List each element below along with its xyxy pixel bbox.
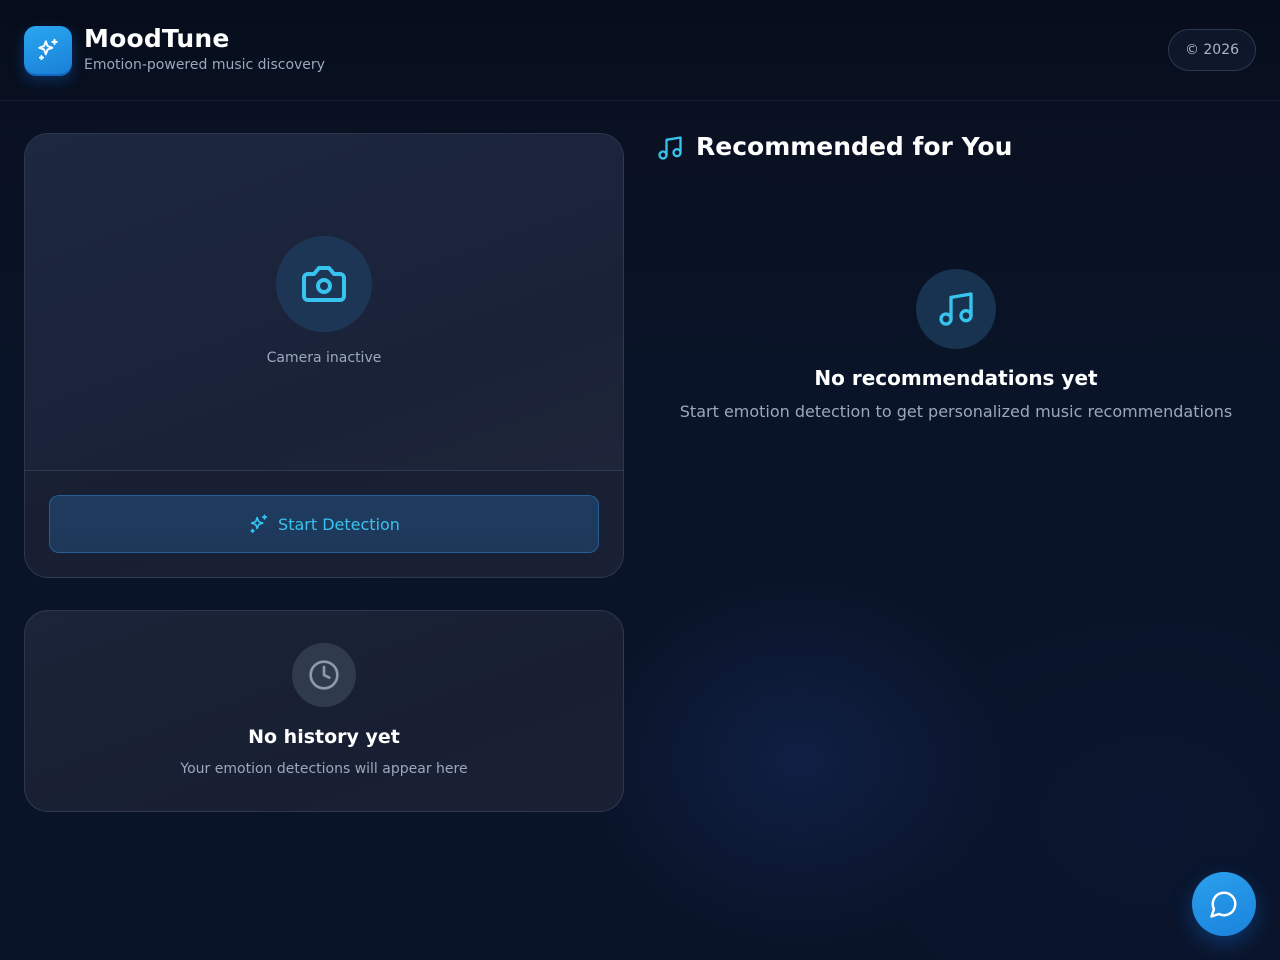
camera-card: Camera inactive Start Detection [24,133,624,578]
music-icon-container [916,269,996,349]
camera-status: Camera inactive [266,350,382,366]
history-empty-title: No history yet [248,726,400,748]
music-note-icon [658,136,682,160]
camera-icon-container [276,236,372,332]
copyright-badge: © 2026 [1168,29,1256,71]
app-tagline: Emotion-powered music discovery [84,57,325,73]
camera-icon [302,266,346,302]
music-note-icon [939,292,973,326]
clock-icon-container [292,643,356,707]
sparkles-icon [250,514,268,534]
recommendations-empty-subtitle: Start emotion detection to get personali… [679,402,1233,421]
top-bar: MoodTune Emotion-powered music discovery… [0,0,1280,101]
chat-bubble-icon [1210,891,1237,918]
history-card: No history yet Your emotion detections w… [24,610,624,812]
start-detection-label: Start Detection [278,514,400,534]
recommendations-heading: Recommended for You [696,132,1013,161]
app-logo [24,26,72,74]
sparkles-icon [38,38,58,61]
recommendations-empty-title: No recommendations yet [814,366,1098,390]
camera-preview: Camera inactive [25,134,623,471]
chat-button[interactable] [1192,872,1256,936]
app-title: MoodTune [84,24,230,53]
start-detection-button[interactable]: Start Detection [49,495,599,553]
history-empty-subtitle: Your emotion detections will appear here [180,761,468,777]
clock-icon [309,660,339,690]
